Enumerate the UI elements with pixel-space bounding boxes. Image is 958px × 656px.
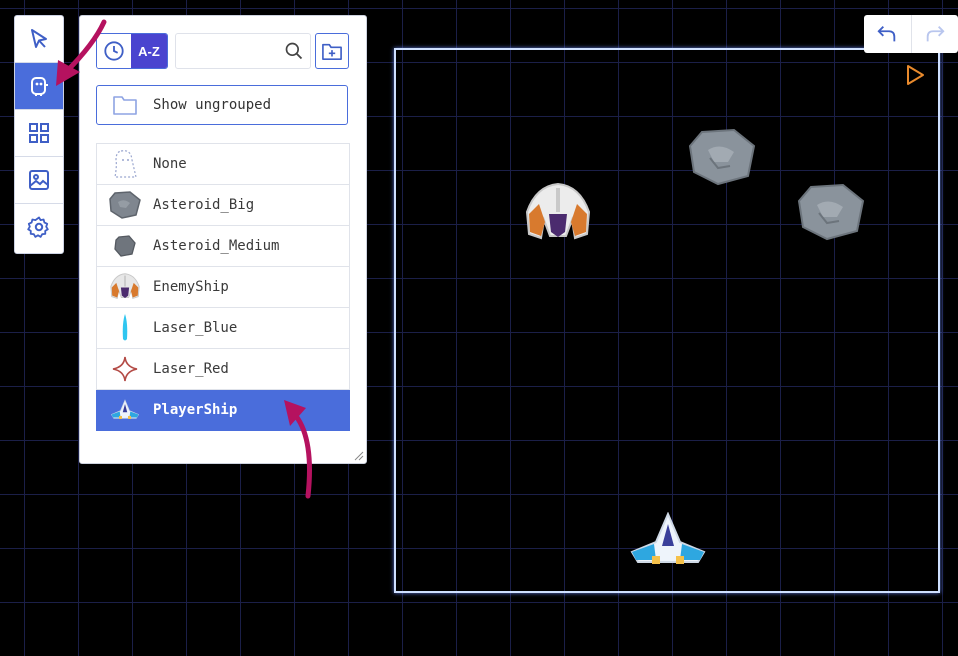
ghost-icon	[114, 150, 137, 178]
list-item[interactable]: Laser_Blue	[96, 308, 350, 349]
resize-handle-icon[interactable]	[354, 451, 364, 461]
object-list: None Asteroid_Big Asteroid_Medium EnemyS…	[96, 143, 350, 431]
tiles-tool-button[interactable]	[15, 110, 63, 157]
play-icon[interactable]	[904, 64, 926, 86]
list-item-label: EnemyShip	[153, 279, 229, 295]
asteroid-big-sprite[interactable]	[797, 183, 867, 241]
redo-icon	[926, 26, 945, 42]
image-icon	[29, 170, 49, 190]
list-item-label: Laser_Red	[153, 361, 229, 377]
player-ship-sprite[interactable]	[628, 512, 708, 568]
list-item-label: Laser_Blue	[153, 320, 238, 336]
objects-tool-button[interactable]	[15, 63, 63, 110]
tool-sidebar	[14, 15, 64, 254]
list-item[interactable]: Asteroid_Big	[96, 185, 350, 226]
cursor-arrow-icon	[31, 29, 47, 48]
select-tool-button[interactable]	[15, 16, 63, 63]
undo-button[interactable]	[864, 15, 912, 53]
list-item[interactable]: None	[96, 143, 350, 185]
laser-blue-icon	[122, 314, 128, 341]
folder-icon	[113, 96, 137, 115]
asteroid-big-icon	[109, 191, 141, 219]
object-panel: A-Z Show ungrouped None Asteroid_Big Ast…	[79, 15, 367, 464]
folder-plus-icon	[322, 43, 342, 60]
list-item-label: Asteroid_Big	[153, 197, 255, 213]
list-item-label: PlayerShip	[153, 402, 238, 418]
list-item-label: Asteroid_Medium	[153, 238, 280, 254]
clock-icon	[104, 41, 124, 61]
settings-tool-button[interactable]	[15, 204, 63, 250]
gear-icon	[27, 216, 49, 238]
search-input[interactable]	[175, 33, 311, 69]
list-item[interactable]: EnemyShip	[96, 267, 350, 308]
sprite-object-icon	[31, 77, 48, 96]
list-item-label: None	[153, 156, 187, 172]
sort-recent-button[interactable]	[97, 34, 131, 68]
list-item[interactable]: Asteroid_Medium	[96, 226, 350, 267]
new-folder-button[interactable]	[315, 33, 349, 69]
show-ungrouped-label: Show ungrouped	[153, 97, 272, 113]
backgrounds-tool-button[interactable]	[15, 157, 63, 204]
search-icon	[285, 42, 303, 60]
sort-toggle: A-Z	[96, 33, 168, 69]
undo-icon	[877, 26, 896, 42]
list-item[interactable]: Laser_Red	[96, 349, 350, 390]
history-controls	[864, 15, 958, 53]
enemy-ship-icon	[110, 273, 140, 300]
asteroid-big-sprite[interactable]	[688, 128, 758, 186]
asteroid-medium-icon	[114, 235, 136, 257]
grid-tiles-icon	[29, 123, 49, 143]
player-ship-icon	[110, 399, 140, 419]
show-ungrouped-button[interactable]: Show ungrouped	[96, 85, 348, 125]
laser-red-icon	[112, 356, 138, 382]
enemy-ship-sprite[interactable]	[523, 182, 593, 244]
sort-az-button[interactable]: A-Z	[131, 34, 167, 68]
list-item-selected[interactable]: PlayerShip	[96, 390, 350, 431]
redo-button[interactable]	[912, 15, 958, 53]
